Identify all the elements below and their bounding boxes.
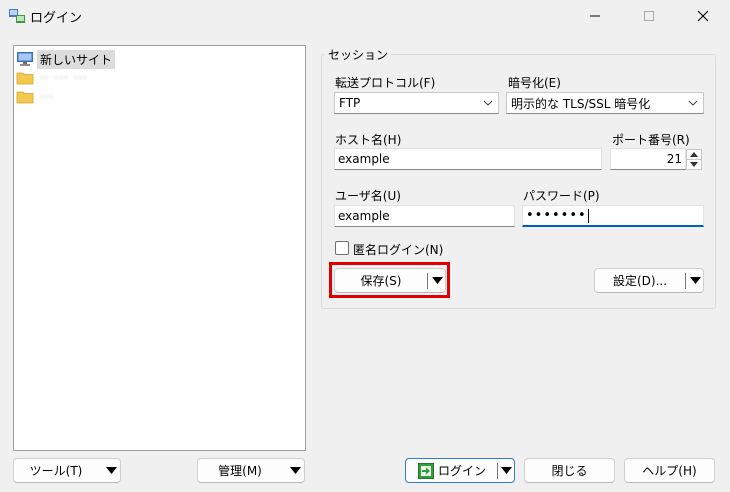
folder-icon [16, 91, 34, 104]
split-separator [497, 463, 498, 479]
triangle-up-icon [690, 152, 698, 157]
user-input[interactable]: example [334, 205, 515, 227]
anonymous-label: 匿名ログイン(N) [353, 243, 444, 257]
dropdown-arrow-icon [106, 467, 117, 474]
port-down-button[interactable] [686, 160, 702, 170]
dropdown-arrow-icon [501, 467, 512, 474]
protocol-value: FTP [339, 96, 361, 110]
site-item-label: ·· ··· ··· [40, 71, 89, 85]
host-input[interactable]: example [334, 148, 602, 170]
site-item-new[interactable]: 新しいサイト [16, 49, 116, 69]
host-label: ホスト名(H) [335, 133, 402, 147]
save-button-highlight [329, 262, 450, 298]
password-value: ••••••• [526, 208, 587, 223]
encryption-value: 明示的な TLS/SSL 暗号化 [511, 96, 651, 111]
protocol-label: 転送プロトコル(F) [335, 76, 436, 90]
maximize-button [626, 0, 672, 32]
advanced-button-label: 設定(D)... [612, 274, 668, 288]
dropdown-arrow-icon [690, 277, 701, 284]
site-item-label: 新しいサイト [37, 49, 116, 69]
tools-button-label: ツール(T) [29, 464, 83, 478]
manage-button[interactable]: 管理(M) [197, 458, 305, 483]
site-item-label: ··· [40, 90, 55, 104]
split-separator [685, 273, 686, 289]
host-value: example [338, 152, 390, 166]
dropdown-arrow-icon [290, 467, 301, 474]
user-value: example [338, 209, 390, 223]
site-item-folder[interactable]: ·· ··· ··· [16, 69, 91, 87]
encryption-label: 暗号化(E) [508, 76, 561, 90]
title-bar: ログイン [0, 0, 730, 32]
port-value: 21 [666, 152, 682, 166]
session-legend: セッション [325, 46, 392, 63]
user-label: ユーザ名(U) [335, 189, 401, 203]
site-item-folder[interactable]: ··· [16, 88, 57, 106]
chevron-down-icon [688, 100, 698, 106]
folder-icon [16, 72, 34, 85]
login-button[interactable]: ログイン [405, 458, 515, 483]
close-icon [697, 10, 709, 22]
minimize-button[interactable] [572, 0, 618, 32]
password-input[interactable]: ••••••• [522, 205, 704, 227]
help-button-label: ヘルプ(H) [642, 464, 697, 478]
port-label: ポート番号(R) [612, 133, 690, 147]
window-title: ログイン [30, 11, 83, 26]
minimize-icon [590, 15, 600, 17]
computer-icon [17, 52, 33, 66]
port-stepper[interactable] [686, 149, 702, 170]
protocol-select[interactable]: FTP [334, 92, 499, 114]
site-tree[interactable]: 新しいサイト ·· ··· ··· ··· [13, 45, 306, 451]
login-button-label: ログイン [437, 464, 486, 478]
port-input[interactable]: 21 [610, 148, 686, 170]
password-label: パスワード(P) [523, 189, 600, 203]
text-caret [587, 208, 589, 223]
port-up-button[interactable] [686, 149, 702, 160]
winscp-app-icon [9, 9, 25, 23]
close-button[interactable]: 閉じる [524, 458, 615, 483]
close-window-button[interactable] [680, 0, 726, 32]
triangle-down-icon [690, 162, 698, 167]
advanced-button[interactable]: 設定(D)... [594, 268, 704, 293]
login-button-content: ログイン [406, 462, 498, 479]
login-icon [417, 462, 434, 479]
tools-button[interactable]: ツール(T) [13, 458, 121, 483]
help-button[interactable]: ヘルプ(H) [624, 458, 715, 483]
close-button-label: 閉じる [551, 464, 588, 478]
maximize-icon [644, 11, 654, 21]
anonymous-checkbox[interactable] [335, 241, 349, 255]
manage-button-label: 管理(M) [218, 464, 262, 478]
chevron-down-icon [483, 100, 493, 106]
encryption-select[interactable]: 明示的な TLS/SSL 暗号化 [506, 92, 704, 114]
